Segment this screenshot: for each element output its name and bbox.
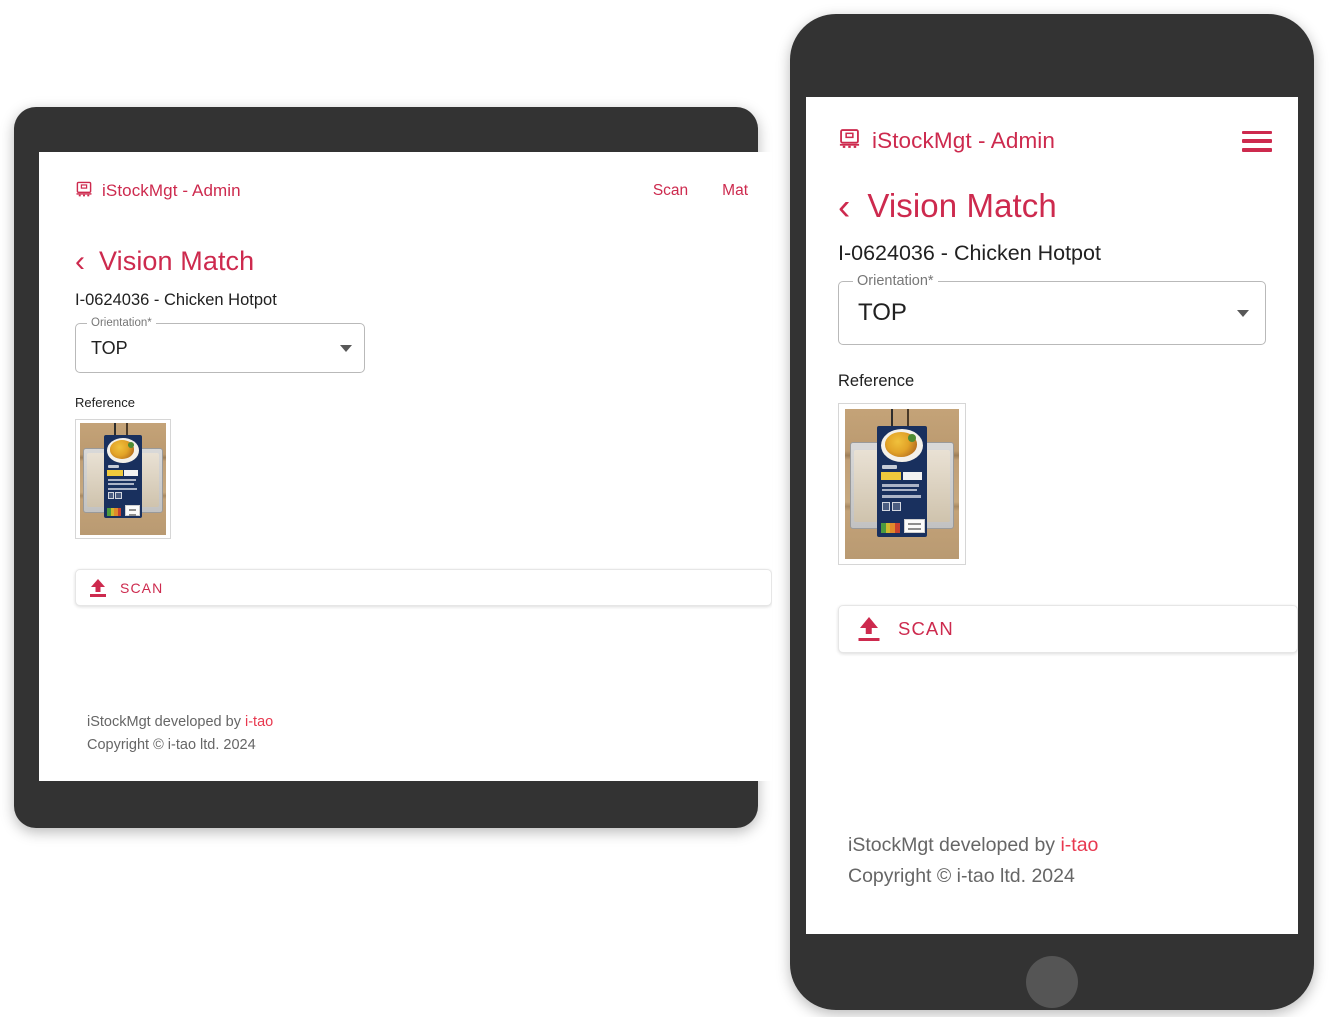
phone-footer: iStockMgt developed by i-tao Copyright ©…	[806, 830, 1298, 934]
reference-label: Reference	[75, 395, 135, 410]
photo-copy-line	[107, 479, 136, 482]
photo-garnish	[127, 441, 134, 448]
photo-title-hotpot	[902, 472, 923, 480]
nav-link-match[interactable]: Mat	[722, 182, 748, 200]
tablet-footer: iStockMgt developed by i-tao Copyright ©…	[39, 711, 772, 781]
photo-title-hotpot	[123, 470, 139, 476]
upload-icon	[858, 617, 879, 641]
chevron-left-icon[interactable]: ‹	[838, 188, 850, 225]
photo-copy-line	[107, 482, 135, 485]
reference-label: Reference	[838, 372, 915, 390]
footer-copyright: Copyright © i-tao ltd. 2024	[848, 865, 1075, 887]
orientation-select[interactable]: Orientation* TOP	[838, 274, 1266, 345]
chevron-down-icon[interactable]	[340, 344, 352, 352]
reference-image-frame[interactable]	[75, 419, 171, 539]
chevron-left-icon[interactable]: ‹	[75, 246, 85, 277]
orientation-select-label: Orientation*	[87, 317, 156, 330]
desktop-monitor-icon	[838, 127, 861, 156]
scan-button-label: SCAN	[120, 579, 164, 596]
photo-title-chicken	[881, 472, 902, 480]
footer-developed-by: iStockMgt developed by i-tao	[87, 714, 274, 730]
hamburger-menu-icon[interactable]	[1242, 130, 1272, 152]
photo-traffic-light-panel	[880, 523, 900, 534]
orientation-select-value: TOP	[91, 337, 128, 358]
tablet-nav-links: Scan Mat	[653, 182, 752, 200]
footer-link-itao[interactable]: i-tao	[1060, 834, 1098, 856]
photo-copy-line	[881, 495, 922, 499]
photo-copy-line	[881, 484, 920, 487]
photo-brandmark	[107, 465, 120, 468]
reference-product-photo	[845, 409, 959, 559]
phone-topbar: iStockMgt - Admin	[806, 121, 1298, 161]
photo-info-box	[891, 502, 901, 511]
footer-link-itao[interactable]: i-tao	[245, 714, 273, 730]
photo-copy-line	[107, 487, 138, 490]
chevron-down-icon[interactable]	[1237, 309, 1249, 317]
photo-product-label	[104, 435, 142, 519]
desktop-monitor-icon	[75, 180, 93, 203]
orientation-select-value: TOP	[858, 299, 907, 326]
reference-product-photo	[80, 423, 166, 535]
brand-label: iStockMgt - Admin	[872, 128, 1056, 153]
photo-info-box	[115, 492, 123, 500]
tablet-topbar: iStockMgt - Admin Scan Mat	[39, 174, 772, 208]
item-name: I-0624036 - Chicken Hotpot	[75, 291, 277, 309]
brand[interactable]: iStockMgt - Admin	[838, 127, 1055, 156]
phone-home-button[interactable]	[1026, 956, 1078, 1008]
screenshot-stage: iStockMgt - Admin Scan Mat ‹ Vision Matc…	[0, 0, 1344, 1017]
photo-product-label	[876, 425, 928, 537]
scan-button[interactable]: SCAN	[75, 569, 772, 606]
reference-image-frame[interactable]	[838, 403, 966, 565]
brand-label: iStockMgt - Admin	[102, 181, 241, 200]
scan-button[interactable]: SCAN	[838, 605, 1298, 653]
scan-button-label: SCAN	[898, 618, 954, 639]
photo-traffic-light-panel	[107, 508, 122, 516]
phone-page-header: ‹ Vision Match	[838, 187, 1298, 225]
upload-icon	[90, 578, 106, 597]
photo-info-box	[107, 492, 114, 500]
tablet-screen: iStockMgt - Admin Scan Mat ‹ Vision Matc…	[39, 152, 772, 781]
footer-developed-by: iStockMgt developed by i-tao	[848, 834, 1099, 856]
phone-app: iStockMgt - Admin ‹ Vision Match I-06240…	[806, 97, 1298, 934]
tablet-device-frame: iStockMgt - Admin Scan Mat ‹ Vision Matc…	[14, 107, 772, 828]
orientation-select[interactable]: Orientation* TOP	[75, 317, 365, 373]
tablet-app: iStockMgt - Admin Scan Mat ‹ Vision Matc…	[39, 152, 772, 781]
orientation-select-label: Orientation*	[853, 274, 938, 289]
page-title: Vision Match	[867, 187, 1057, 224]
tablet-page-header: ‹ Vision Match	[75, 246, 772, 277]
footer-copyright: Copyright © i-tao ltd. 2024	[87, 737, 256, 753]
page-title: Vision Match	[99, 246, 255, 276]
photo-price-tag	[904, 518, 926, 534]
photo-copy-line	[881, 488, 918, 492]
photo-title-chicken	[107, 470, 123, 476]
photo-info-box	[881, 502, 890, 511]
item-name: I-0624036 - Chicken Hotpot	[838, 241, 1101, 265]
nav-link-scan[interactable]: Scan	[653, 182, 688, 200]
photo-price-tag	[124, 504, 141, 516]
phone-device-frame: iStockMgt - Admin ‹ Vision Match I-06240…	[790, 14, 1314, 1010]
brand[interactable]: iStockMgt - Admin	[75, 180, 241, 203]
phone-screen: iStockMgt - Admin ‹ Vision Match I-06240…	[806, 97, 1298, 934]
photo-brandmark	[881, 465, 897, 469]
